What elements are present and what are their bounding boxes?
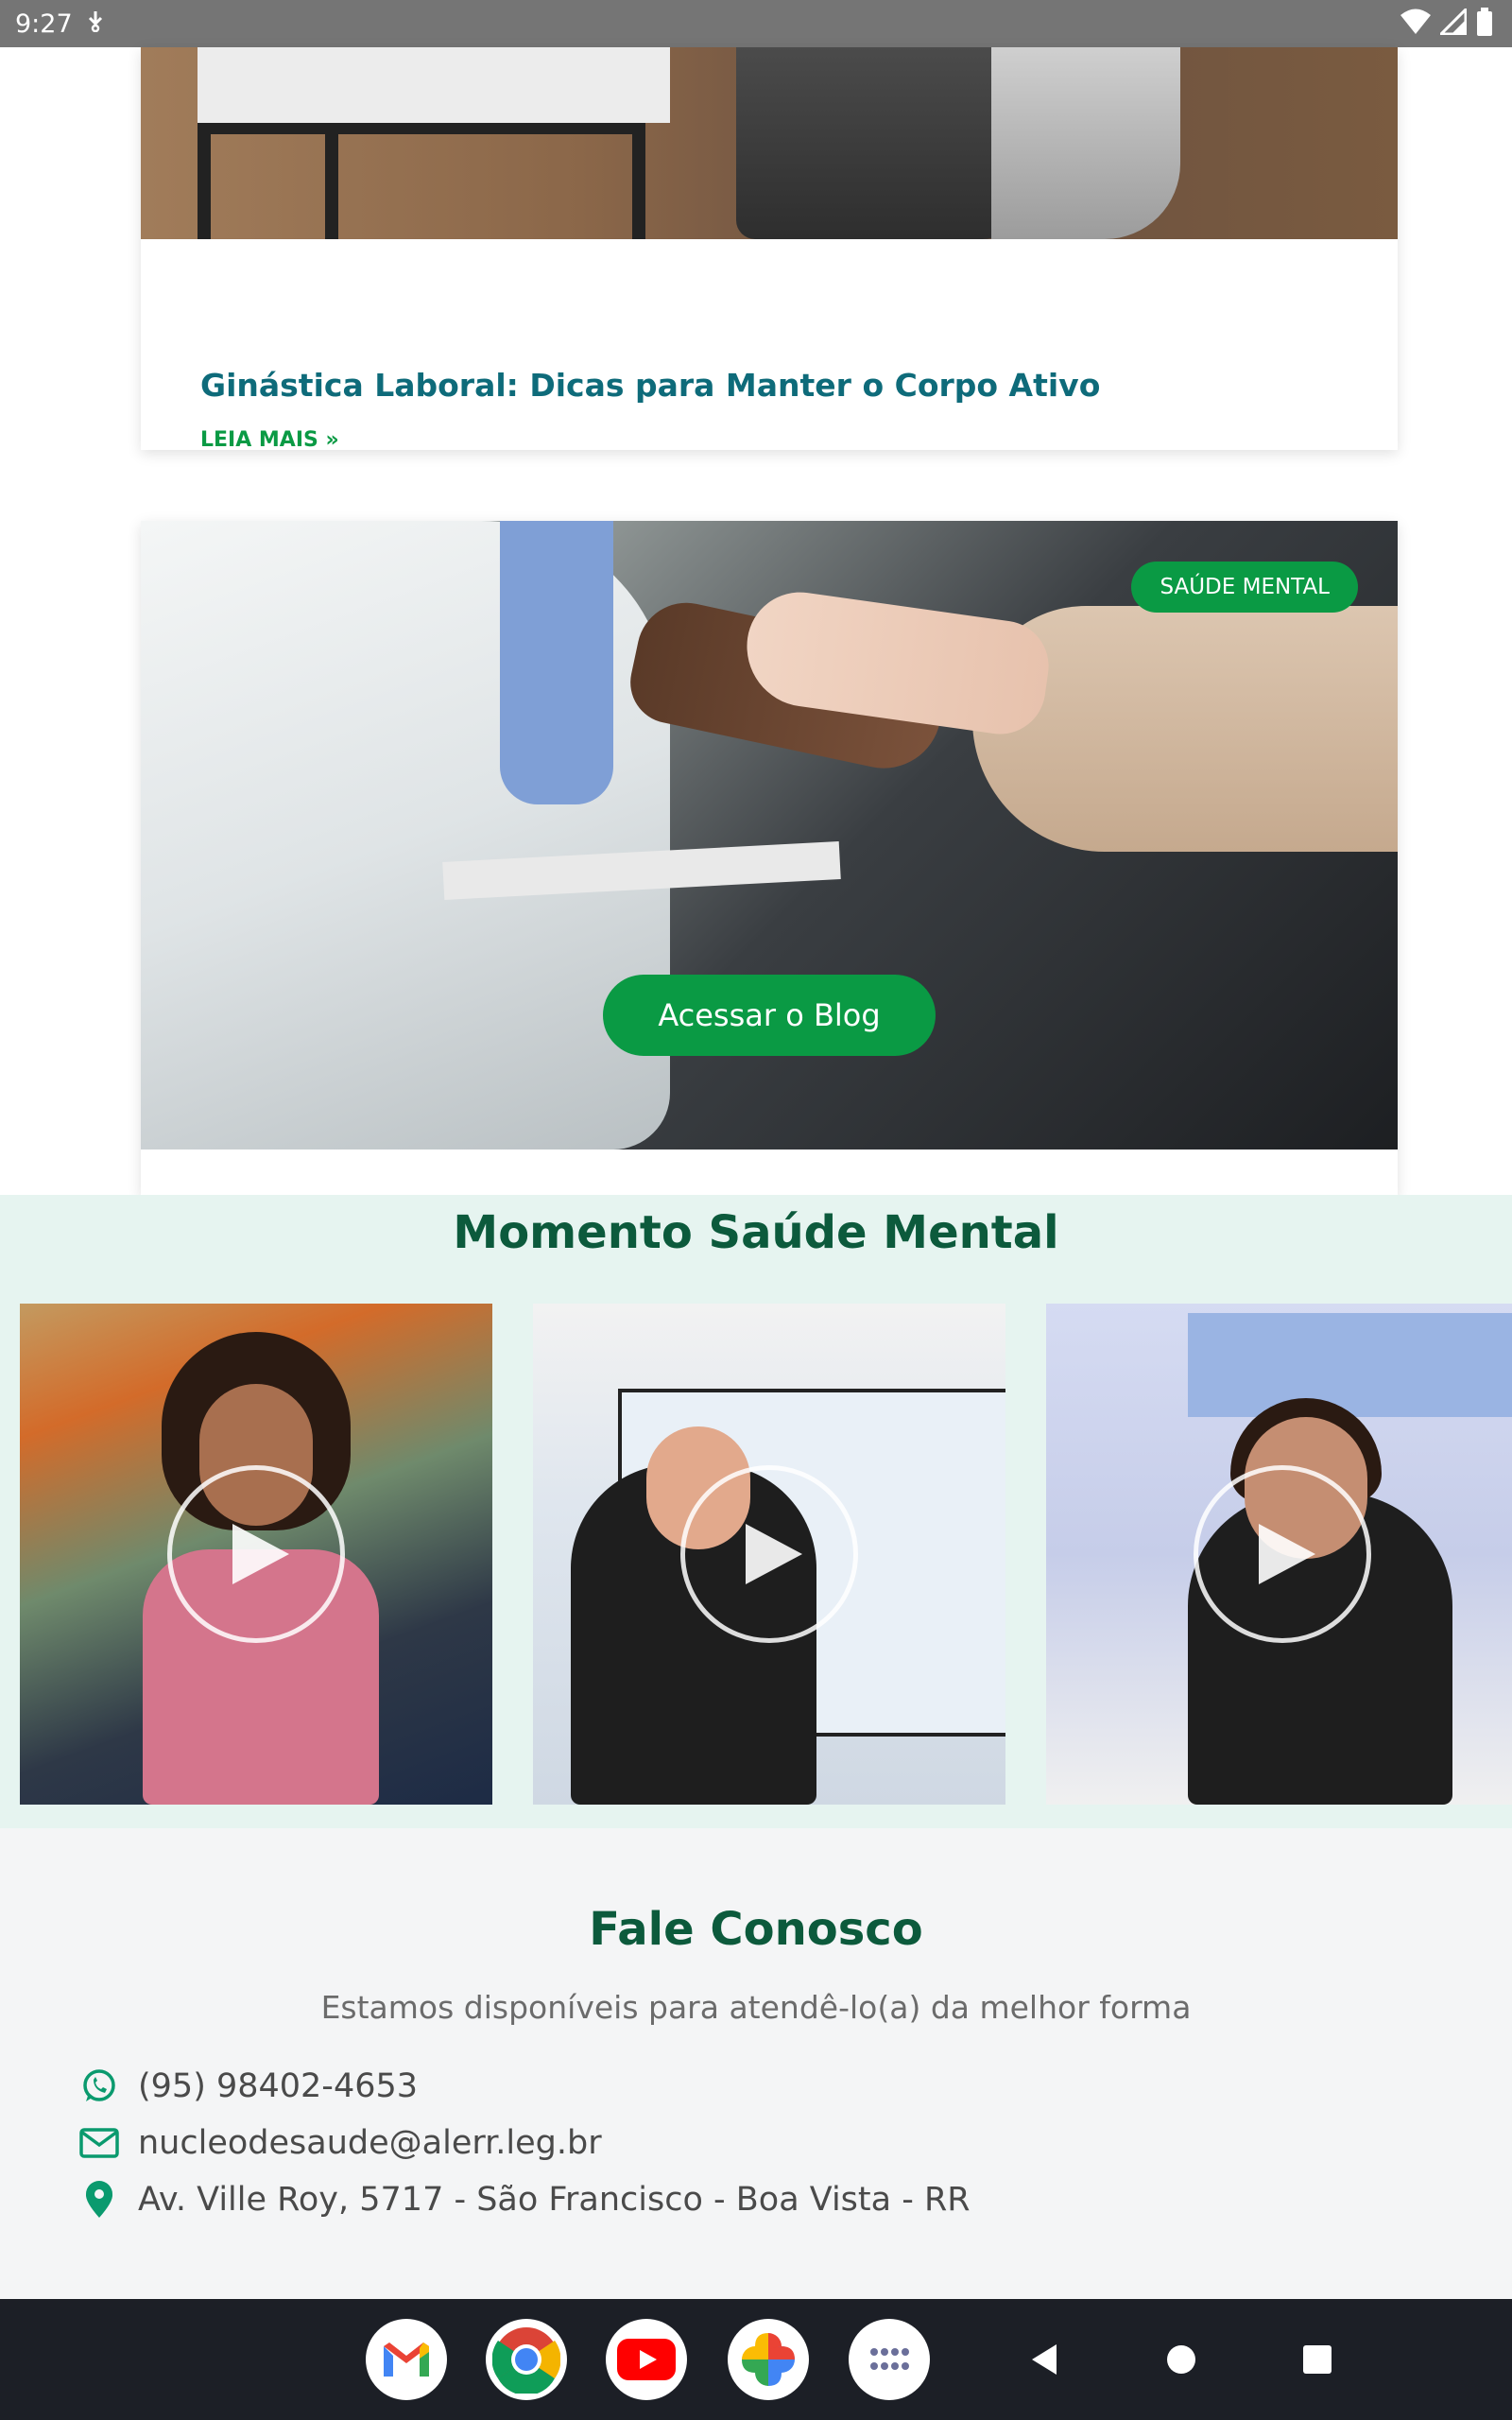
contact-address: Av. Ville Roy, 5717 - São Francisco - Bo… xyxy=(138,2181,971,2219)
contact-email[interactable]: nucleodesaude@alerr.leg.br xyxy=(138,2124,602,2162)
gmail-icon[interactable] xyxy=(366,2319,447,2400)
app-drawer-icon[interactable] xyxy=(849,2319,930,2400)
battery-icon xyxy=(1476,8,1493,40)
contact-email-row[interactable]: nucleodesaude@alerr.leg.br xyxy=(79,2123,602,2163)
wifi-icon xyxy=(1400,9,1431,39)
play-icon[interactable] xyxy=(167,1465,345,1643)
signal-icon xyxy=(1437,6,1468,39)
home-icon[interactable] xyxy=(1166,2344,1196,2378)
system-nav-bar xyxy=(0,2299,1512,2420)
status-bar: 9:27 xyxy=(0,0,1512,47)
play-icon[interactable] xyxy=(1194,1465,1371,1643)
location-pin-icon xyxy=(79,2180,119,2220)
play-icon[interactable] xyxy=(680,1465,858,1643)
contact-phone-row[interactable]: (95) 98402-4653 xyxy=(79,2066,418,2106)
read-more-link[interactable]: LEIA MAIS » xyxy=(200,428,339,452)
recents-icon[interactable] xyxy=(1302,2344,1332,2378)
video-thumbnail-3[interactable] xyxy=(1046,1304,1512,1805)
contact-phone[interactable]: (95) 98402-4653 xyxy=(138,2067,418,2105)
video-thumbnail-1[interactable] xyxy=(20,1304,492,1805)
photos-icon[interactable] xyxy=(728,2319,809,2400)
envelope-icon xyxy=(79,2123,119,2163)
chrome-icon[interactable] xyxy=(486,2319,567,2400)
momento-section: Momento Saúde Mental xyxy=(0,1195,1512,1828)
post-title-link[interactable]: Ginástica Laboral: Dicas para Manter o C… xyxy=(200,367,1100,404)
status-time: 9:27 xyxy=(15,9,73,39)
download-icon xyxy=(86,9,105,38)
back-icon[interactable] xyxy=(1028,2337,1058,2386)
contact-subtitle: Estamos disponíveis para atendê-lo(a) da… xyxy=(320,1989,1192,2026)
video-thumbnail-2[interactable] xyxy=(533,1304,1005,1805)
section-title: Momento Saúde Mental xyxy=(453,1206,1059,1259)
blog-card: SAÚDE MENTAL Acessar o Blog xyxy=(141,521,1398,1197)
post-card[interactable]: Ginástica Laboral: Dicas para Manter o C… xyxy=(141,47,1398,452)
youtube-icon[interactable] xyxy=(606,2319,687,2400)
contact-section: Fale Conosco Estamos disponíveis para at… xyxy=(0,1828,1512,2299)
access-blog-button[interactable]: Acessar o Blog xyxy=(603,975,936,1056)
contact-address-row: Av. Ville Roy, 5717 - São Francisco - Bo… xyxy=(79,2180,971,2220)
whatsapp-icon xyxy=(79,2066,119,2106)
category-badge[interactable]: SAÚDE MENTAL xyxy=(1131,562,1358,613)
post-image[interactable] xyxy=(141,47,1398,239)
contact-title: Fale Conosco xyxy=(589,1903,923,1956)
